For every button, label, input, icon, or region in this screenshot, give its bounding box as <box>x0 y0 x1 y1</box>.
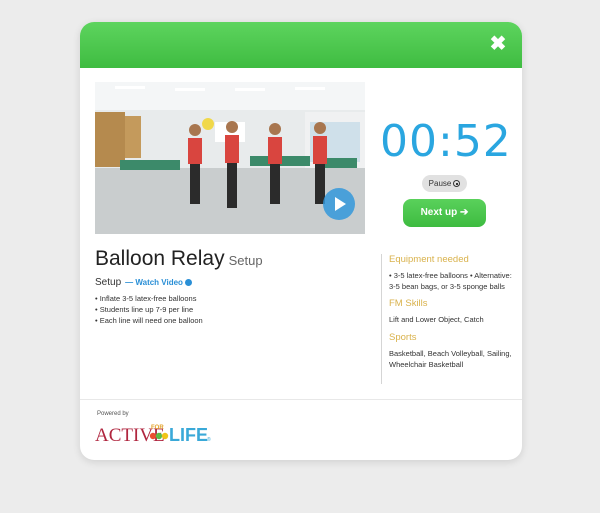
column-divider <box>381 254 382 384</box>
play-icon[interactable] <box>323 188 355 220</box>
fm-skills-text: Lift and Lower Object, Catch <box>389 315 484 324</box>
logo-for-text: FOR <box>151 425 164 431</box>
equipment-heading: Equipment needed <box>389 254 469 265</box>
sports-heading: Sports <box>389 332 417 343</box>
pause-button[interactable]: Pause <box>422 175 467 192</box>
setup-list: Inflate 3-5 latex-free balloons Students… <box>95 293 203 326</box>
watch-video-label: — Watch Video <box>125 278 183 287</box>
sports-text: Basketball, Beach Volleyball, Sailing, W… <box>389 349 512 369</box>
active-for-life-logo: ACTIVE FOR LIFE ® <box>95 425 211 446</box>
next-up-label: Next up <box>420 207 458 218</box>
activity-title: Balloon Relay <box>95 247 225 270</box>
countdown-timer: 00:52 <box>380 116 512 167</box>
setup-label: Setup <box>95 277 122 288</box>
list-item: Inflate 3-5 latex-free balloons <box>95 293 203 304</box>
close-button[interactable]: ✖ <box>488 34 508 54</box>
activity-details: Equipment needed • 3-5 latex-free balloo… <box>389 254 514 377</box>
logo-life-text: LIFE <box>169 425 208 445</box>
modal-header: ✖ <box>80 22 522 68</box>
activity-title-row: Balloon Relay Setup <box>95 247 263 271</box>
activity-title-sub: Setup <box>228 253 263 268</box>
play-circle-icon <box>184 279 192 286</box>
setup-row: Setup — Watch Video <box>95 277 192 288</box>
fm-skills-heading: FM Skills <box>389 298 428 309</box>
activity-modal: ✖ 00:52 Pause Next up ➔ Balloon Relay Se… <box>80 22 522 460</box>
arrow-right-icon: ➔ <box>460 207 469 218</box>
watch-video-link[interactable]: — Watch Video <box>125 278 192 287</box>
equipment-text: • 3-5 latex-free balloons • Alternative:… <box>389 271 512 291</box>
powered-by-text: Powered by <box>97 411 129 417</box>
logo-registered-mark: ® <box>207 436 211 443</box>
pause-label: Pause <box>428 179 452 188</box>
list-item: Students line up 7-9 per line <box>95 304 203 315</box>
close-icon: ✖ <box>489 33 507 55</box>
list-item: Each line will need one balloon <box>95 315 203 326</box>
pause-icon <box>453 180 461 187</box>
next-up-button[interactable]: Next up ➔ <box>403 199 486 227</box>
video-player[interactable] <box>95 82 365 234</box>
footer-divider <box>80 399 522 400</box>
